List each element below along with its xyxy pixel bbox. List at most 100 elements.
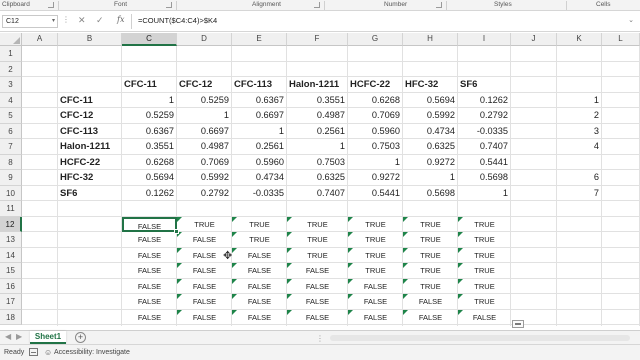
matrix-value-cell[interactable]: 0.7503 xyxy=(348,139,403,155)
boolean-cell[interactable]: FALSE xyxy=(287,309,348,326)
boolean-cell[interactable]: TRUE xyxy=(403,216,458,233)
error-indicator-icon[interactable] xyxy=(177,309,182,315)
matrix-value-cell[interactable]: 0.1262 xyxy=(122,186,177,202)
matrix-value-cell[interactable]: 0.7407 xyxy=(287,186,348,202)
quick-analysis-icon[interactable] xyxy=(512,320,524,328)
matrix-value-cell[interactable]: 1 xyxy=(287,139,348,155)
boolean-cell[interactable]: TRUE xyxy=(458,216,511,233)
boolean-cell[interactable]: FALSE xyxy=(287,294,348,310)
error-indicator-icon[interactable] xyxy=(348,294,353,299)
matrix-column-header[interactable]: SF6 xyxy=(458,77,511,93)
matrix-value-cell[interactable]: 0.6697 xyxy=(177,124,232,140)
row-header-1[interactable]: 1 xyxy=(0,46,22,62)
error-indicator-icon[interactable] xyxy=(348,263,353,268)
column-header-j[interactable]: J xyxy=(511,33,557,46)
boolean-cell[interactable]: TRUE xyxy=(403,247,458,264)
column-header-c[interactable]: C xyxy=(122,33,177,46)
accessibility-status[interactable]: Accessibility: Investigate xyxy=(54,349,130,356)
boolean-cell[interactable]: TRUE xyxy=(458,278,511,295)
row-header-13[interactable]: 13 xyxy=(0,232,22,248)
row-header-10[interactable]: 10 xyxy=(0,185,22,201)
error-indicator-icon[interactable] xyxy=(177,278,182,284)
matrix-value-cell[interactable]: 0.5694 xyxy=(122,170,177,186)
boolean-cell[interactable]: TRUE xyxy=(287,216,348,233)
matrix-value-cell[interactable]: 0.2792 xyxy=(177,186,232,202)
matrix-value-cell[interactable]: 0.9272 xyxy=(348,170,403,186)
matrix-value-cell[interactable]: 0.2792 xyxy=(458,108,511,124)
boolean-cell[interactable]: FALSE xyxy=(122,294,177,310)
row-header-6[interactable]: 6 xyxy=(0,123,22,139)
boolean-cell[interactable]: TRUE xyxy=(458,232,511,248)
error-indicator-icon[interactable] xyxy=(177,263,182,268)
row-header-17[interactable]: 17 xyxy=(0,294,22,310)
matrix-value-cell[interactable]: 0.6367 xyxy=(122,124,177,140)
matrix-value-cell[interactable]: 0.6268 xyxy=(122,155,177,171)
select-all-button[interactable] xyxy=(0,33,22,46)
boolean-cell[interactable]: FALSE xyxy=(122,232,177,248)
add-sheet-button[interactable]: + xyxy=(75,332,86,343)
error-indicator-icon[interactable] xyxy=(403,232,408,237)
matrix-value-cell[interactable]: 0.6367 xyxy=(232,93,287,109)
error-indicator-icon[interactable] xyxy=(177,294,182,299)
error-indicator-icon[interactable] xyxy=(348,278,353,284)
column-header-h[interactable]: H xyxy=(403,33,458,46)
matrix-column-header[interactable]: Halon-1211 xyxy=(287,77,348,93)
k-value-cell[interactable]: 6 xyxy=(557,170,602,186)
boolean-cell[interactable]: TRUE xyxy=(232,232,287,248)
matrix-row-label[interactable]: CFC-11 xyxy=(58,93,122,109)
boolean-cell[interactable]: FALSE xyxy=(122,310,177,326)
error-indicator-icon[interactable] xyxy=(232,263,237,268)
matrix-value-cell[interactable]: 0.5441 xyxy=(348,186,403,202)
matrix-value-cell[interactable]: 0.7069 xyxy=(348,108,403,124)
row-header-12[interactable]: 12 xyxy=(0,216,22,232)
boolean-cell[interactable]: FALSE xyxy=(177,278,232,295)
boolean-cell[interactable]: FALSE xyxy=(403,294,458,310)
matrix-value-cell[interactable]: 0.5698 xyxy=(458,170,511,186)
error-indicator-icon[interactable] xyxy=(232,294,237,299)
error-indicator-icon[interactable] xyxy=(403,278,408,284)
boolean-cell[interactable]: TRUE xyxy=(232,216,287,233)
error-indicator-icon[interactable] xyxy=(348,247,353,253)
name-box[interactable]: C12 ▾ xyxy=(2,15,58,28)
error-indicator-icon[interactable] xyxy=(458,309,463,315)
boolean-cell[interactable]: TRUE xyxy=(458,247,511,264)
column-header-l[interactable]: L xyxy=(602,33,640,46)
row-header-11[interactable]: 11 xyxy=(0,201,22,217)
boolean-cell[interactable]: TRUE xyxy=(348,232,403,248)
k-value-cell[interactable]: 7 xyxy=(557,186,602,202)
column-header-i[interactable]: I xyxy=(458,33,511,46)
matrix-value-cell[interactable]: 1 xyxy=(122,93,177,109)
boolean-cell[interactable]: FALSE xyxy=(403,309,458,326)
boolean-cell[interactable]: FALSE xyxy=(177,232,232,248)
error-indicator-icon[interactable] xyxy=(287,247,292,253)
matrix-row-label[interactable]: Halon-1211 xyxy=(58,139,122,155)
error-indicator-icon[interactable] xyxy=(287,278,292,284)
matrix-value-cell[interactable]: 0.7407 xyxy=(458,139,511,155)
matrix-row-label[interactable]: SF6 xyxy=(58,186,122,202)
matrix-column-header[interactable]: HFC-32 xyxy=(403,77,458,93)
row-header-3[interactable]: 3 xyxy=(0,77,22,93)
matrix-value-cell[interactable]: 0.5992 xyxy=(403,108,458,124)
matrix-value-cell[interactable]: 0.3551 xyxy=(122,139,177,155)
error-indicator-icon[interactable] xyxy=(232,247,237,253)
boolean-cell[interactable]: FALSE xyxy=(287,263,348,279)
boolean-cell[interactable]: TRUE xyxy=(403,263,458,279)
insert-function-button[interactable]: fx xyxy=(117,15,124,24)
boolean-cell[interactable]: TRUE xyxy=(287,232,348,248)
boolean-cell[interactable]: FALSE xyxy=(177,294,232,310)
matrix-value-cell[interactable]: 0.5960 xyxy=(348,124,403,140)
matrix-value-cell[interactable]: 0.5992 xyxy=(177,170,232,186)
matrix-value-cell[interactable]: 0.3551 xyxy=(287,93,348,109)
row-header-9[interactable]: 9 xyxy=(0,170,22,186)
column-header-d[interactable]: D xyxy=(177,33,232,46)
error-indicator-icon[interactable] xyxy=(177,216,182,222)
row-header-2[interactable]: 2 xyxy=(0,61,22,77)
error-indicator-icon[interactable] xyxy=(458,263,463,268)
matrix-value-cell[interactable]: 0.4734 xyxy=(403,124,458,140)
boolean-cell[interactable]: TRUE xyxy=(458,263,511,279)
column-header-k[interactable]: K xyxy=(557,33,602,46)
boolean-cell[interactable]: FALSE xyxy=(232,294,287,310)
matrix-value-cell[interactable]: 0.6268 xyxy=(348,93,403,109)
vertical-dots-icon[interactable]: ⋮ xyxy=(62,15,70,24)
error-indicator-icon[interactable] xyxy=(348,216,353,222)
